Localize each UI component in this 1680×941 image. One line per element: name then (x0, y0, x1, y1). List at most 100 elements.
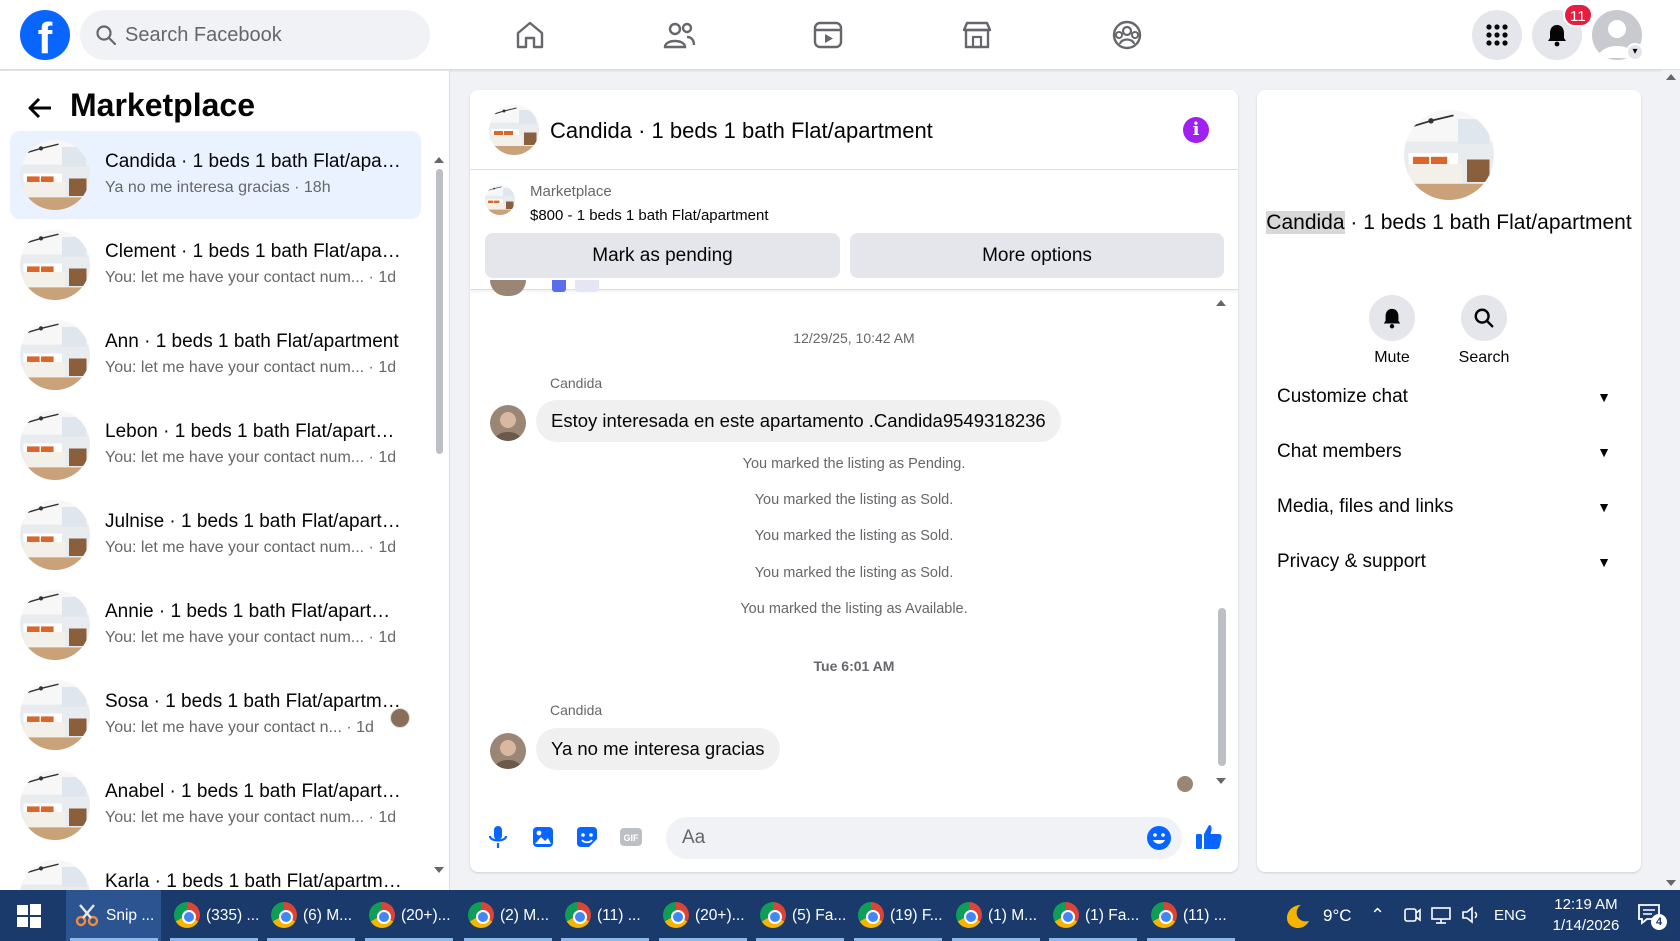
conversation-item[interactable]: Annie · 1 beds 1 bath Flat/apartment You:… (10, 581, 421, 669)
chat-scrollbar[interactable] (1215, 290, 1227, 784)
system-message: You marked the listing as Available. (740, 601, 968, 617)
taskbar-chrome-window[interactable]: (19) F... (850, 890, 946, 941)
info-icon[interactable]: i (1183, 117, 1209, 143)
listing-thumbnail[interactable] (489, 105, 539, 155)
message-bubble[interactable]: Ya no me interesa gracias (536, 728, 780, 770)
conversation-item[interactable]: Clement · 1 beds 1 bath Flat/apartment Yo… (10, 221, 421, 309)
scroll-up-arrow-icon[interactable] (433, 155, 445, 165)
sender-name: Candida (550, 702, 603, 718)
message-placeholder: Aa (682, 827, 706, 848)
message-input[interactable]: Aa (666, 817, 1182, 859)
details-section-3[interactable]: Privacy & support ▼ (1277, 542, 1621, 582)
scrollbar-thumb[interactable] (436, 169, 443, 454)
microphone-icon[interactable] (485, 824, 511, 850)
chrome-icon (1151, 902, 1177, 928)
taskbar-chrome-window[interactable]: (1) M... (948, 890, 1044, 941)
mark-as-pending-button[interactable]: Mark as pending (485, 233, 840, 278)
more-options-button[interactable]: More options (850, 233, 1224, 278)
search-label: Search (1458, 349, 1510, 366)
scroll-down-arrow-icon[interactable] (1215, 776, 1227, 786)
conversation-item[interactable]: Sosa · 1 beds 1 bath Flat/apartment You: … (10, 671, 421, 759)
taskbar-chrome-window[interactable]: (20+)... (655, 890, 751, 941)
scroll-up-arrow-icon[interactable] (1215, 298, 1227, 308)
video-icon[interactable] (810, 17, 846, 53)
emoji-icon[interactable] (1146, 825, 1172, 851)
taskbar-chrome-window[interactable]: (6) M... (263, 890, 359, 941)
system-message: You marked the listing as Sold. (754, 492, 954, 508)
windows-start-icon[interactable] (16, 903, 42, 929)
details-section-0[interactable]: Customize chat ▼ (1277, 377, 1621, 417)
scrollbar-thumb[interactable] (1218, 608, 1226, 766)
conversation-snippet: You: let me have your contact n... · 1d (105, 719, 374, 736)
taskbar-app-label: Snip ... (106, 907, 155, 924)
network-icon[interactable] (1430, 905, 1452, 925)
menu-button[interactable] (1472, 10, 1522, 60)
scroll-down-arrow-icon[interactable] (1665, 878, 1677, 888)
listing-thumbnail (20, 500, 90, 570)
details-section-2[interactable]: Media, files and links ▼ (1277, 487, 1621, 527)
friends-icon[interactable] (661, 17, 697, 53)
sender-avatar[interactable] (490, 733, 526, 769)
action-center-button[interactable]: 4 (1637, 902, 1667, 932)
marketplace-icon[interactable] (959, 17, 995, 53)
conversation-item[interactable]: Anabel · 1 beds 1 bath Flat/apartment You… (10, 761, 421, 849)
conversation-snippet: You: let me have your contact num... · 1… (105, 809, 395, 826)
taskbar-app-label: (20+)... (695, 907, 745, 924)
taskbar-chrome-window[interactable]: (335) ... (166, 890, 262, 941)
listing-thumbnail (20, 680, 90, 750)
home-icon[interactable] (512, 17, 548, 53)
chevron-down-icon: ▼ (1597, 554, 1611, 570)
mute-button[interactable]: Mute (1362, 295, 1422, 367)
chat-title[interactable]: Candida · 1 beds 1 bath Flat/apartment (550, 118, 933, 144)
message-thread: 12/29/25, 10:42 AM Candida Estoy interes… (470, 280, 1238, 872)
sticker-icon[interactable] (574, 824, 600, 850)
sender-avatar[interactable] (490, 405, 526, 441)
details-section-1[interactable]: Chat members ▼ (1277, 432, 1621, 472)
show-hidden-icons-chevron-icon[interactable]: ⌃ (1370, 890, 1385, 941)
system-clock[interactable]: 12:19 AM 1/14/2026 (1536, 894, 1636, 936)
conversation-snippet: Ya no me interesa gracias · 18h (105, 179, 331, 196)
search-icon (96, 25, 117, 46)
language-indicator[interactable]: ENG (1494, 890, 1527, 941)
search-facebook-input[interactable]: Search Facebook (80, 10, 430, 60)
taskbar-snip-tool[interactable]: Snip ... (66, 890, 161, 941)
conversation-snippet: You: let me have your contact num... · 1… (105, 629, 395, 646)
back-arrow-icon[interactable] (25, 93, 55, 123)
conversation-item[interactable]: Lebon · 1 beds 1 bath Flat/apartment You:… (10, 401, 421, 489)
meet-now-icon[interactable] (1402, 905, 1422, 925)
groups-icon[interactable] (1109, 17, 1145, 53)
taskbar-app-label: (1) M... (988, 907, 1038, 924)
conversation-scrollbar[interactable] (433, 155, 445, 875)
taskbar-chrome-window[interactable]: (20+)... (361, 890, 457, 941)
search-in-chat-button[interactable]: Search (1454, 295, 1514, 367)
conversation-item[interactable]: Karla · 1 beds 1 bath Flat/apartment (10, 851, 421, 890)
taskbar-chrome-window[interactable]: (11) ... (1143, 890, 1239, 941)
page-scrollbar[interactable] (1661, 70, 1680, 890)
volume-icon[interactable] (1460, 905, 1482, 925)
windows-taskbar: Snip ... (335) ... (6) M... (20+)... (2) M..… (0, 890, 1680, 941)
listing-large-thumbnail[interactable] (1404, 110, 1494, 200)
chevron-down-icon[interactable]: ▾ (1626, 43, 1644, 61)
gif-icon[interactable]: GIF (618, 824, 644, 850)
scroll-down-arrow-icon[interactable] (433, 865, 445, 875)
conversation-name: Sosa · 1 beds 1 bath Flat/apartment (105, 691, 405, 712)
conversation-item[interactable]: Ann · 1 beds 1 bath Flat/apartment You: l… (10, 311, 421, 399)
grid-menu-icon (1486, 24, 1508, 46)
taskbar-chrome-window[interactable]: (2) M... (460, 890, 556, 941)
sender-name: Candida (550, 375, 603, 391)
taskbar-app-label: (6) M... (303, 907, 353, 924)
conversation-item[interactable]: Julnise · 1 beds 1 bath Flat/apartment Yo… (10, 491, 421, 579)
message-bubble[interactable]: Estoy interesada en este apartamento .Ca… (536, 400, 1061, 442)
listing-small-thumbnail[interactable] (485, 185, 515, 215)
listing-price-title[interactable]: $800 - 1 beds 1 bath Flat/apartment (530, 207, 768, 224)
search-placeholder: Search Facebook (125, 24, 282, 46)
photo-icon[interactable] (530, 824, 556, 850)
conversation-item[interactable]: Candida · 1 beds 1 bath Flat/apartment Ya… (10, 131, 421, 219)
like-thumbs-up-icon[interactable] (1194, 822, 1224, 852)
facebook-logo-icon[interactable]: f (20, 10, 70, 60)
chat-header: Candida · 1 beds 1 bath Flat/apartment i (470, 90, 1238, 170)
taskbar-chrome-window[interactable]: (1) Fa... (1045, 890, 1141, 941)
scroll-up-arrow-icon[interactable] (1665, 72, 1677, 82)
taskbar-chrome-window[interactable]: (5) Fa... (752, 890, 848, 941)
taskbar-chrome-window[interactable]: (11) ... (557, 890, 653, 941)
